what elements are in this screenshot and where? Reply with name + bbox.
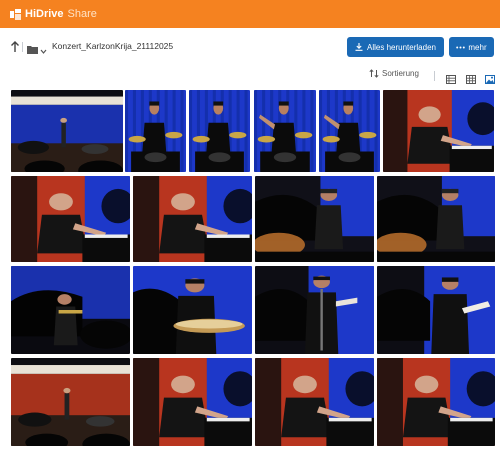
- more-dots-icon: [456, 46, 466, 48]
- photo-thumbnail[interactable]: [133, 266, 252, 354]
- breadcrumb-folder-name[interactable]: Konzert_KarlzonKrija_21112025: [52, 41, 173, 51]
- brand-name[interactable]: HiDrive: [25, 8, 64, 20]
- download-all-button[interactable]: Alles herunterladen: [347, 37, 444, 57]
- photo-thumbnail[interactable]: [255, 176, 374, 262]
- photo-thumbnail[interactable]: [383, 90, 494, 172]
- divider: [434, 71, 435, 81]
- sort-icon: [369, 69, 379, 78]
- hidrive-logo-icon: [10, 8, 21, 20]
- photo-thumbnail[interactable]: [377, 358, 495, 446]
- photo-thumbnail[interactable]: [133, 176, 252, 262]
- photo-thumbnail[interactable]: [255, 266, 374, 354]
- sort-view-bar: Sortierung: [0, 69, 500, 84]
- photo-thumbnail[interactable]: [133, 358, 252, 446]
- photo-thumbnail[interactable]: [11, 358, 130, 446]
- photo-thumbnail[interactable]: [11, 176, 130, 262]
- photo-thumbnail[interactable]: [11, 266, 130, 354]
- arrow-up-icon[interactable]: [10, 40, 20, 54]
- download-all-label: Alles herunterladen: [367, 42, 436, 52]
- more-button[interactable]: mehr: [449, 37, 494, 57]
- chevron-down-icon[interactable]: [40, 42, 47, 54]
- download-icon: [355, 43, 363, 51]
- gallery-view-icon[interactable]: [485, 71, 495, 84]
- sort-button[interactable]: Sortierung: [369, 69, 419, 78]
- list-view-icon[interactable]: [446, 71, 456, 84]
- photo-thumbnail[interactable]: [319, 90, 380, 172]
- photo-thumbnail[interactable]: [255, 358, 374, 446]
- top-bar: HiDrive Share: [0, 0, 500, 28]
- photo-thumbnail[interactable]: [377, 176, 495, 262]
- sort-label: Sortierung: [382, 69, 419, 78]
- photo-thumbnail[interactable]: [125, 90, 186, 172]
- divider: [22, 42, 23, 52]
- photo-thumbnail[interactable]: [189, 90, 250, 172]
- more-label: mehr: [468, 42, 487, 52]
- photo-thumbnail[interactable]: [11, 90, 123, 172]
- grid-view-icon[interactable]: [466, 71, 476, 84]
- photo-thumbnail[interactable]: [377, 266, 495, 354]
- folder-icon[interactable]: [27, 41, 38, 54]
- brand-sub: Share: [67, 8, 97, 20]
- photo-thumbnail[interactable]: [254, 90, 316, 172]
